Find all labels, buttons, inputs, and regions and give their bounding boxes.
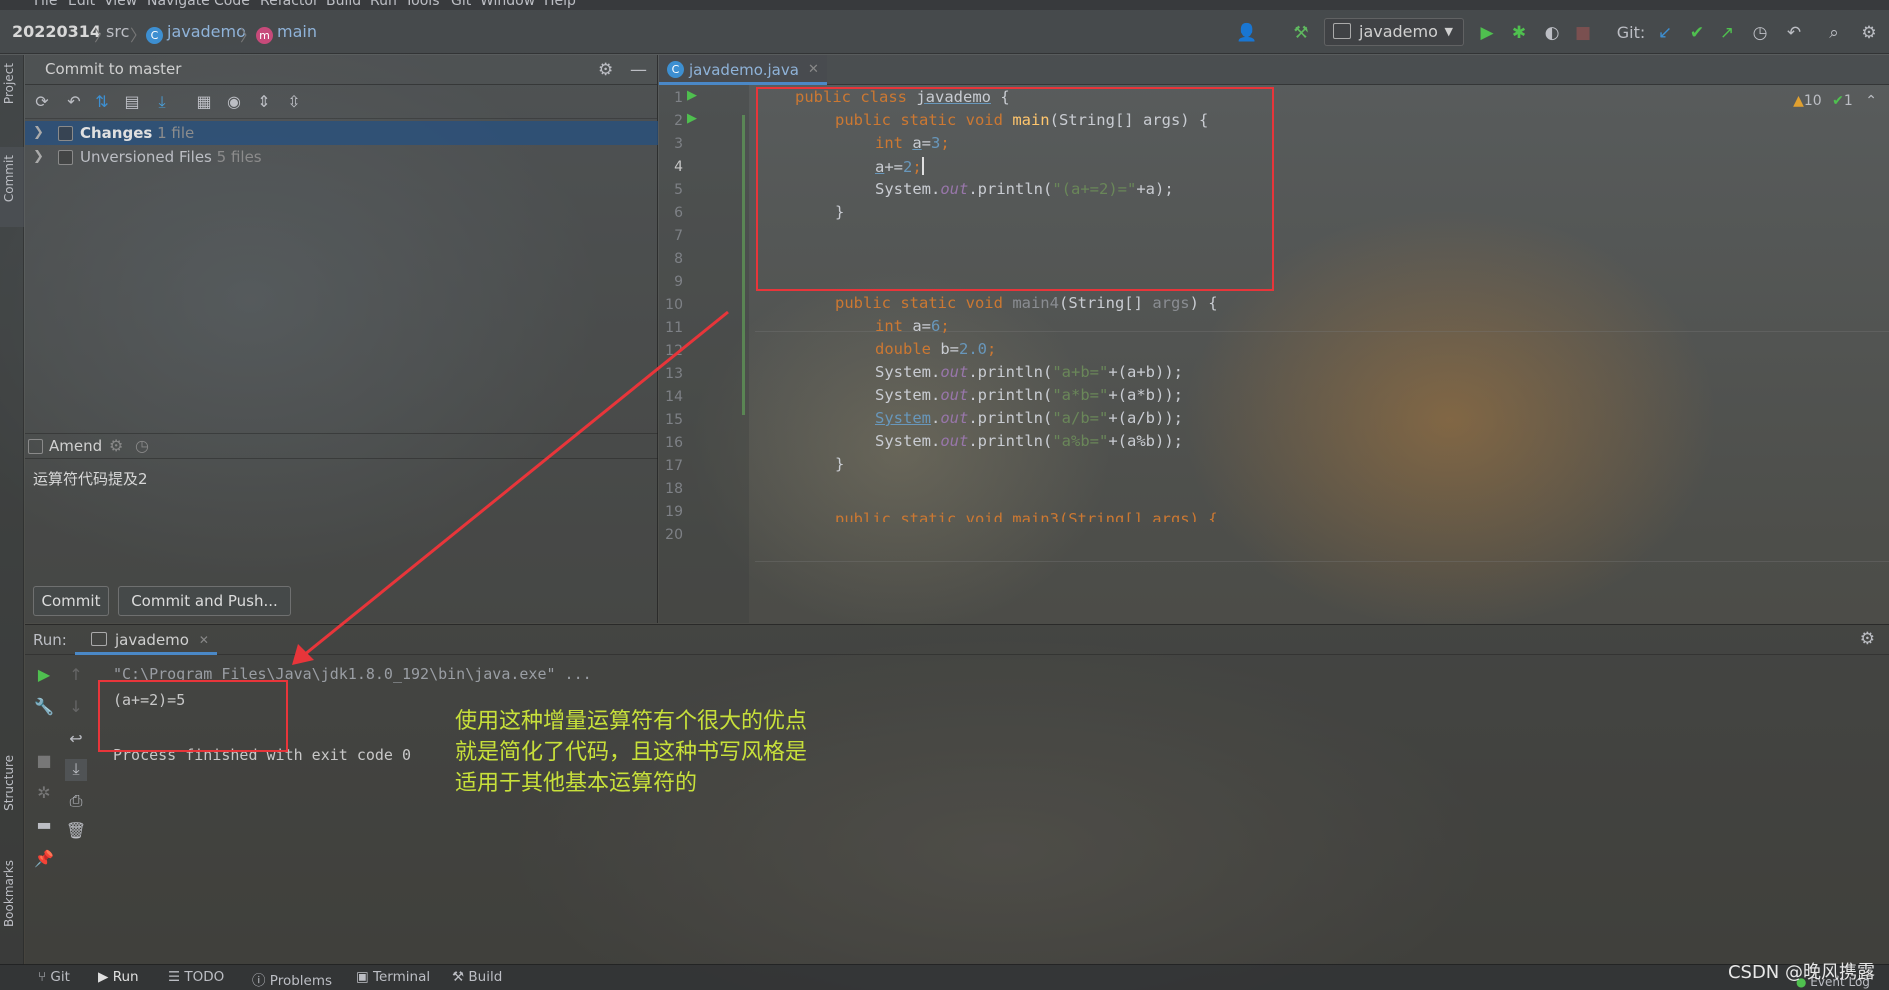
annotation-line: 就是简化了代码，且这种书写风格是 <box>455 740 808 765</box>
arrow-line <box>303 310 729 657</box>
statusbar-problems[interactable]: ⓘ Problems <box>252 969 332 989</box>
run-icon: ▶ <box>98 969 113 985</box>
statusbar-run[interactable]: ▶ Run <box>98 969 139 985</box>
annotation-line: 使用这种增量运算符有个很大的优点 <box>455 709 808 734</box>
statusbar-git[interactable]: ⑂ Git <box>38 969 70 985</box>
red-arrow <box>292 310 729 665</box>
git-branch-icon: ⑂ <box>38 969 51 985</box>
statusbar-build[interactable]: ⚒ Build <box>452 969 502 985</box>
annotation-text: 使用这种增量运算符有个很大的优点 就是简化了代码，且这种书写风格是 适用于其他基… <box>455 706 807 799</box>
list-icon: ☰ <box>168 969 185 985</box>
terminal-icon: ▣ <box>356 969 374 985</box>
watermark: CSDN @晚风携露 <box>1727 962 1875 983</box>
statusbar-todo[interactable]: ☰ TODO <box>168 969 224 985</box>
annotation-line: 适用于其他基本运算符的 <box>455 771 698 796</box>
status-bar: ⑂ Git ▶ Run ☰ TODO ⓘ Problems ▣ Terminal… <box>0 964 1889 990</box>
hammer-icon: ⚒ <box>452 969 469 985</box>
arrow-head <box>292 644 314 665</box>
statusbar-terminal[interactable]: ▣ Terminal <box>356 969 430 985</box>
info-icon: ⓘ <box>252 973 270 989</box>
